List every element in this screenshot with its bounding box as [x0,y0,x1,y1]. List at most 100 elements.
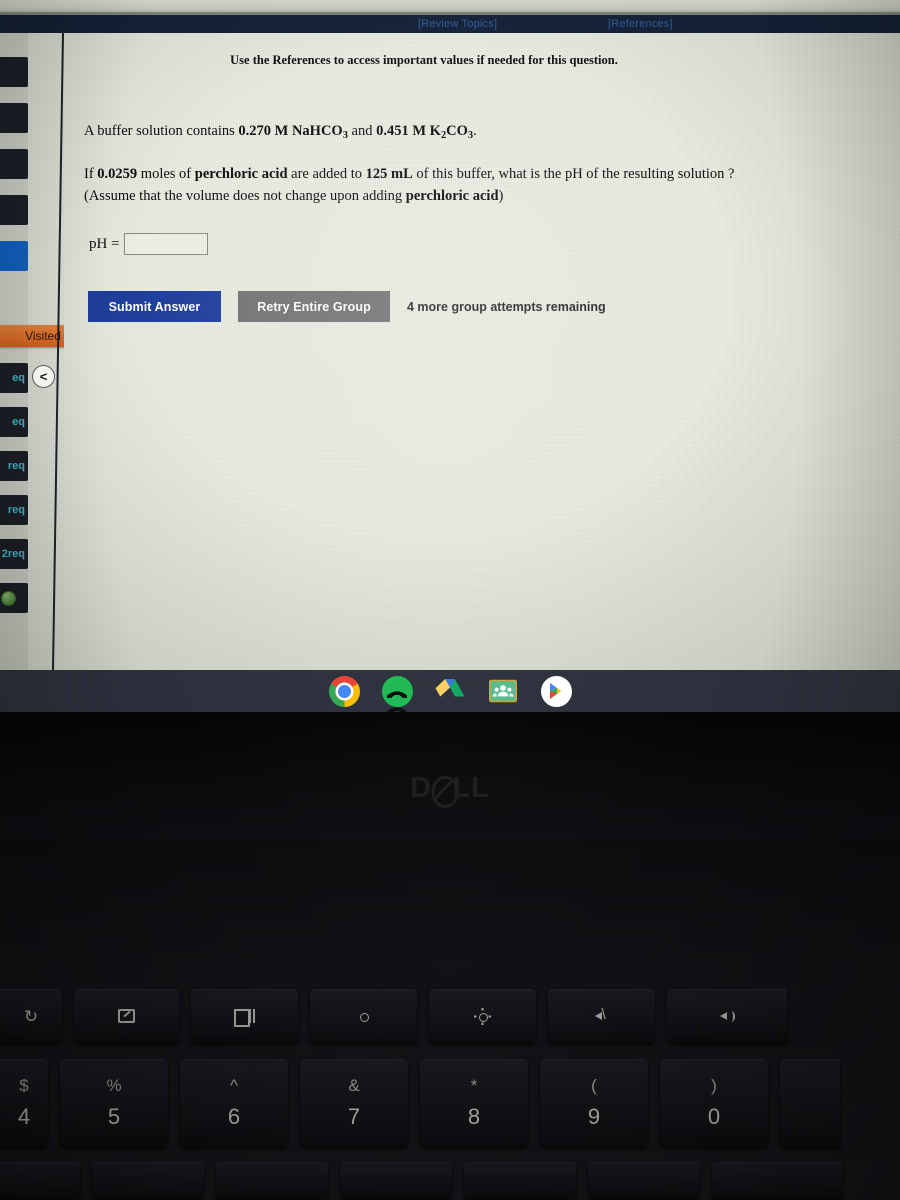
collapse-sidebar-button[interactable]: < [32,365,55,388]
question-panel: Use the References to access important v… [64,33,900,670]
key-row3-6[interactable] [588,1162,700,1198]
nav-item-11-status[interactable] [0,583,28,613]
volume-icon [719,1009,735,1024]
refresh-key[interactable]: ↻ [0,989,62,1043]
nav-item-4[interactable] [0,195,28,225]
spotify-icon[interactable] [381,675,413,712]
key-row3-5[interactable] [464,1162,576,1198]
key-4-shift-glyph: $ [19,1076,29,1095]
nav-item-7[interactable]: eq [0,407,28,437]
google-classroom-icon[interactable] [488,676,519,707]
key-6[interactable]: ^ 6 [180,1058,288,1147]
submit-answer-button[interactable]: Submit Answer [88,291,221,322]
key-4-glyph: 4 [17,1104,31,1129]
q1-text-a: A buffer solution contains [84,123,239,139]
key-0-shift-glyph: ) [711,1076,717,1095]
nav-item-5-selected[interactable] [0,241,28,271]
key-9-shift-glyph: ( [591,1076,597,1095]
question-line-1: A buffer solution contains 0.270 M NaHCO… [84,123,477,141]
window-overview-icon [233,1009,256,1027]
key-5-glyph: 5 [107,1104,121,1129]
google-drive-icon[interactable] [435,676,466,707]
nav-item-2[interactable] [0,103,28,133]
spotify-running-dot [387,699,407,712]
key-6-shift-glyph: ^ [230,1076,238,1095]
chromeos-shelf [0,670,900,712]
volume-key[interactable] [667,989,787,1043]
nav-item-label: eq [12,372,25,384]
references-link[interactable]: [References] [608,18,673,30]
nav-item-9[interactable]: req [0,495,28,525]
q2-text-d: of this buffer, what is the pH of the re… [412,166,735,182]
chrome-icon[interactable] [328,675,360,712]
ph-answer-input[interactable] [123,233,208,255]
brightness-up-icon [476,1010,489,1023]
q2-volume: 125 mL [365,166,413,182]
google-play-icon[interactable] [540,675,572,707]
q1-conc1-text: 0.270 M NaHCO [238,123,343,139]
nav-item-3[interactable] [0,149,28,179]
q1-period: . [473,123,477,139]
q3-acid: perchloric acid [405,188,499,204]
brightness-down-key[interactable] [310,989,417,1043]
key-7[interactable]: & 7 [300,1058,408,1147]
key-8[interactable]: * 8 [420,1058,528,1147]
fullscreen-key[interactable] [74,989,179,1043]
nav-item-label: eq [12,416,25,428]
laptop-screen: [Review Topics] [References] eq eq req r… [0,0,900,712]
screenshot-root: [Review Topics] [References] eq eq req r… [0,0,900,1200]
key-0-glyph: 0 [707,1104,721,1129]
q2-moles: 0.0259 [97,166,138,182]
key-row3-2[interactable] [92,1162,204,1198]
nav-item-6[interactable]: eq [0,363,28,393]
nav-item-1[interactable] [0,57,28,87]
key-5-shift-glyph: % [106,1076,122,1095]
q2-text-c: are added to [287,166,366,182]
q2-text-a: If [84,166,98,182]
nav-item-label: req [7,504,25,516]
nav-item-label: 2req [1,548,25,560]
ph-label: pH = [89,235,120,252]
nav-item-10[interactable]: 2req [0,539,28,569]
key-row3-7[interactable] [712,1162,842,1198]
keyboard-function-row: ↻ [0,985,900,1047]
retry-entire-group-button[interactable]: Retry Entire Group [238,291,390,322]
question-line-2: If 0.0259 moles of perchloric acid are a… [84,166,735,183]
lcd-display: [Review Topics] [References] eq eq req r… [0,15,900,670]
brightness-down-icon [357,1010,370,1023]
q3-text-b: ) [498,188,504,204]
refresh-icon: ↻ [23,1006,39,1026]
key-row3-1[interactable] [0,1162,80,1198]
q1-text-b: and [347,123,377,139]
q2-text-b: moles of [137,166,195,182]
green-status-icon [0,590,16,606]
nav-item-8[interactable]: req [0,451,28,481]
spotify-waves [387,684,407,698]
dell-logo-d: D [410,772,433,804]
key-7-glyph: 7 [347,1104,361,1129]
brightness-up-key[interactable] [429,989,536,1043]
fullscreen-icon [118,1009,135,1023]
rail-divider [51,33,64,670]
key-8-glyph: 8 [467,1104,481,1129]
dell-logo-slash-e [431,775,460,808]
laptop-bottom-bezel: D LL [0,712,900,840]
review-topics-link[interactable]: [Review Topics] [418,18,497,30]
key-row3-3[interactable] [216,1162,328,1198]
laptop-keyboard-deck: ↻ $ 4 [0,840,900,1200]
mute-icon [594,1007,610,1024]
app-header-bar: [Review Topics] [References] [0,15,900,33]
key-5[interactable]: % 5 [60,1058,168,1147]
mute-key[interactable] [548,989,655,1043]
key-row3-4[interactable] [340,1162,452,1198]
key-0[interactable]: ) 0 [660,1058,768,1147]
q3-text-a: (Assume that the volume does not change … [84,188,406,204]
key-7-shift-glyph: & [348,1076,360,1095]
key-minus[interactable] [780,1058,840,1147]
window-overview-key[interactable] [191,989,298,1043]
q1-conc3-text: CO [446,123,468,139]
key-4[interactable]: $ 4 [0,1058,48,1147]
attempts-remaining-text: 4 more group attempts remaining [407,299,606,314]
q1-conc2-text: 0.451 M K [376,123,441,139]
key-9[interactable]: ( 9 [540,1058,648,1147]
